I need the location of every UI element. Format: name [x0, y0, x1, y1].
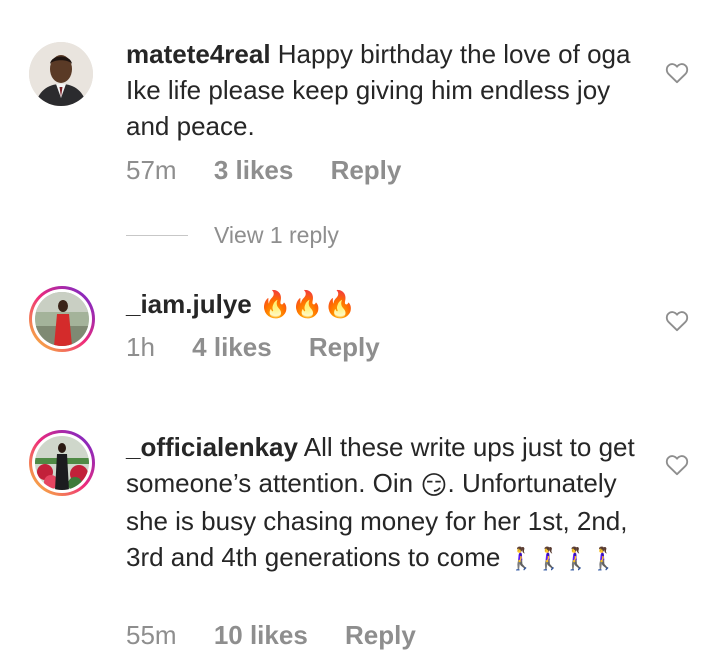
- avatar[interactable]: [29, 286, 95, 352]
- comment-username[interactable]: _officialenkay: [126, 432, 298, 462]
- avatar[interactable]: [29, 42, 93, 106]
- avatar-man-suit-image: [29, 42, 93, 106]
- heart-outline-icon[interactable]: [664, 308, 690, 334]
- view-replies-label: View 1 reply: [214, 222, 339, 248]
- reply-button[interactable]: Reply: [331, 155, 402, 186]
- likes-count[interactable]: 3 likes: [214, 155, 294, 186]
- avatar-woman-flowers: [35, 436, 89, 490]
- comment-text: _iam.julye 🔥🔥🔥: [126, 286, 646, 322]
- comment-username[interactable]: matete4real: [126, 39, 271, 69]
- smirk-emoji: 😏: [420, 470, 448, 501]
- avatar[interactable]: [29, 430, 95, 496]
- comment-time: 57m: [126, 155, 177, 185]
- comment-text: matete4real Happy birthday the love of o…: [126, 36, 646, 144]
- woman-walking-emoji: 🚶‍♀️🚶‍♀️🚶‍♀️🚶‍♀️: [507, 546, 618, 572]
- comment-time: 55m: [126, 620, 177, 650]
- comment-time: 1h: [126, 332, 155, 362]
- heart-outline-icon[interactable]: [664, 452, 690, 478]
- comment-meta: 1h 4 likes Reply: [126, 332, 380, 363]
- likes-count[interactable]: 10 likes: [214, 620, 308, 651]
- comment-username[interactable]: _iam.julye: [126, 289, 252, 319]
- replies-divider: [126, 235, 188, 236]
- heart-outline-icon[interactable]: [664, 60, 690, 86]
- reply-button[interactable]: Reply: [309, 332, 380, 363]
- comment-body: 🔥🔥🔥: [258, 289, 357, 319]
- avatar-woman-red-dress: [35, 292, 89, 346]
- comment-meta: 55m 10 likes Reply: [126, 620, 416, 651]
- comment-meta: 57m 3 likes Reply: [126, 155, 401, 186]
- view-replies-button[interactable]: View 1 reply: [126, 222, 339, 249]
- comment-text: _officialenkay All these write ups just …: [126, 429, 646, 577]
- reply-button[interactable]: Reply: [345, 620, 416, 651]
- likes-count[interactable]: 4 likes: [192, 332, 272, 363]
